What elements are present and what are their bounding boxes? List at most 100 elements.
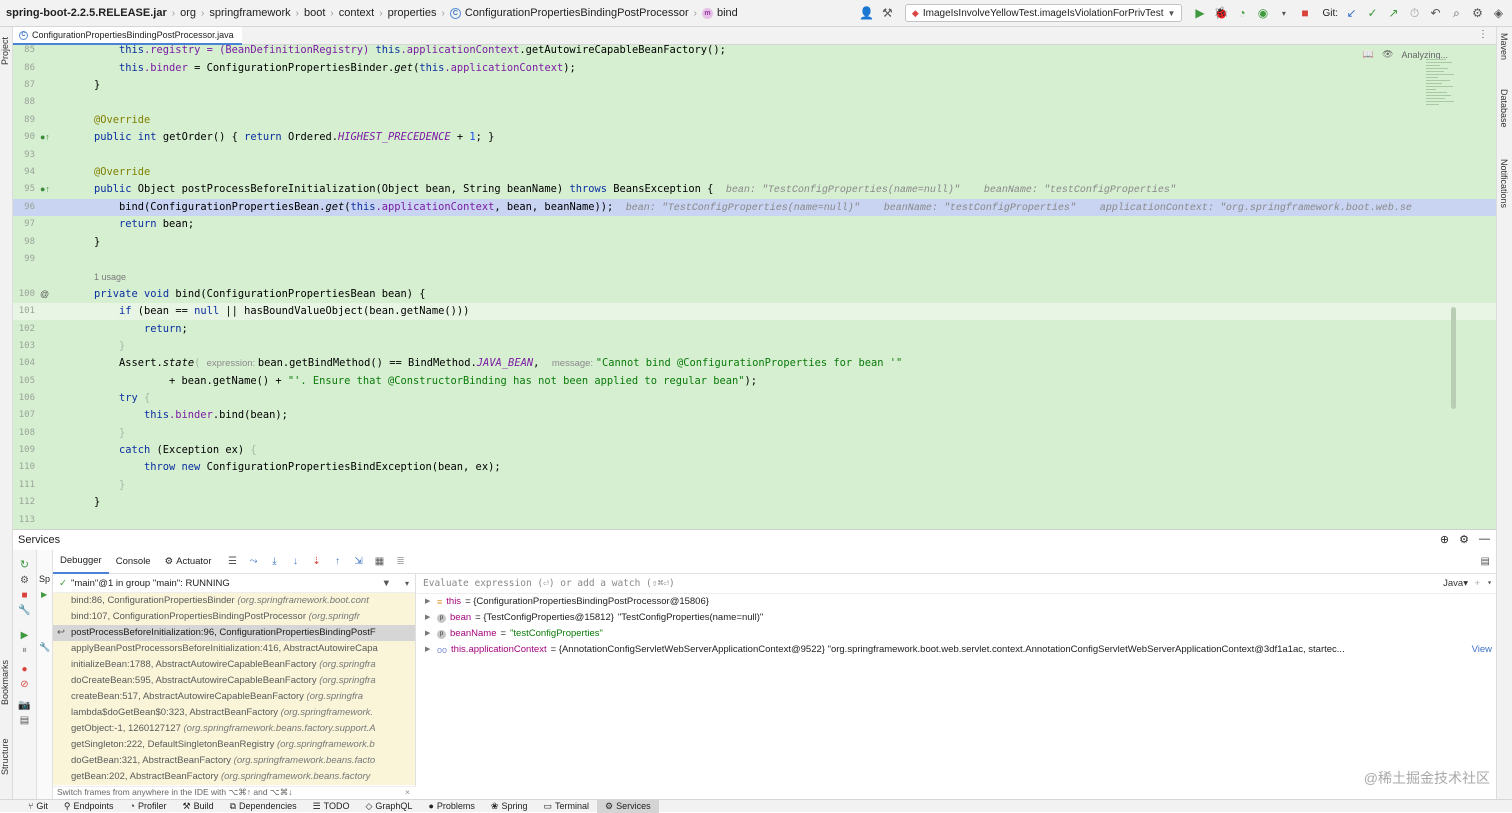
code-editor[interactable]: 📖 👁 Analyzing... 85 this.registry = (Bea… [13,45,1496,529]
settings-icon[interactable]: ⚙ [1459,533,1469,546]
structure-tool-tab[interactable]: Structure [0,735,13,779]
layout-icon[interactable]: ▤ [13,715,36,726]
frame-item[interactable]: createBean:517, AbstractAutowireCapableB… [53,689,415,705]
variable-row[interactable]: ▶ oo this.applicationContext = {Annotati… [417,642,1496,658]
step-out-icon[interactable]: ↑ [331,555,345,569]
frame-item[interactable]: getObject:-1, 1260127127 (org.springfram… [53,721,415,737]
view-link[interactable]: View [1472,642,1492,658]
more-run-icon[interactable]: ▾ [1276,6,1291,21]
trace-icon[interactable]: ≣ [394,555,408,569]
breadcrumb-boot[interactable]: boot [304,7,325,19]
editor-scrollbar[interactable] [1451,307,1456,409]
frame-item-selected[interactable]: ↩ postProcessBeforeInitialization:96, Con… [53,625,415,641]
breadcrumb-org[interactable]: org [180,7,196,19]
view-breakpoints-icon[interactable]: ● [13,664,36,675]
add-watch-icon[interactable]: + [1474,578,1480,589]
tool-tab-services[interactable]: ⚙ Services [597,799,659,813]
close-icon[interactable]: × [405,787,410,797]
variable-row[interactable]: ▶ p bean = {TestConfigProperties@15812} … [417,610,1496,626]
show-execution-point-icon[interactable]: ⤳ [247,555,261,569]
more-tabs-icon[interactable]: ⋮ [1478,29,1488,40]
hammer-icon[interactable]: ⚒ [880,6,895,21]
tool-tab-graphql[interactable]: ◇ GraphQL [358,800,421,813]
git-commit-icon[interactable]: ✓ [1365,6,1380,21]
variable-row[interactable]: ▶ ≡ this = {ConfigurationPropertiesBindi… [417,594,1496,610]
breadcrumb-method[interactable]: m bind [701,7,738,19]
services-tree[interactable]: Sp ▶ 🔧 [37,550,53,800]
tool-tab-spring[interactable]: ❀ Spring [483,800,536,813]
breadcrumb-springframework[interactable]: springframework [209,7,290,19]
notifications-tool-tab[interactable]: Notifications [1499,159,1509,208]
breadcrumb-context[interactable]: context [339,7,374,19]
chevron-down-icon[interactable]: ▾ [405,579,409,588]
debug-icon[interactable]: 🐞 [1213,6,1228,21]
camera-icon[interactable]: 📷 [13,700,36,711]
tool-tab-terminal[interactable]: ▭ Terminal [535,800,597,813]
profile-icon[interactable]: ◉ [1255,6,1270,21]
tab-debugger[interactable]: Debugger [53,550,109,574]
expand-icon[interactable]: ▶ [425,594,433,610]
history-icon[interactable]: ⏱ [1407,6,1422,21]
language-select[interactable]: Java▾ [1443,578,1468,589]
frame-item[interactable]: getBean:202, AbstractBeanFactory (org.sp… [53,769,415,785]
database-tool-tab[interactable]: Database [1499,89,1509,128]
override-gutter-icon[interactable]: ●↑ [40,129,50,146]
layout-settings-icon[interactable]: ▤ [1481,556,1490,567]
frame-item[interactable]: getSingleton:222, DefaultSingletonBeanRe… [53,737,415,753]
run-to-cursor-icon[interactable]: ⇲ [352,555,366,569]
pause-icon[interactable]: ⏸ [13,645,36,656]
search-icon[interactable]: ⌕ [1449,6,1464,21]
annotation-gutter-icon[interactable]: @ [40,286,49,303]
chevron-down-icon[interactable]: ▾ [1487,578,1492,587]
expand-icon[interactable]: ▶ [425,626,433,642]
breadcrumb-properties[interactable]: properties [388,7,437,19]
minimize-icon[interactable]: — [1479,533,1490,546]
coverage-icon[interactable]: ◔ [1234,6,1249,21]
debug-config-icon[interactable]: ⚙ [13,575,36,586]
wrench-icon[interactable]: 🔧 [39,642,50,653]
breadcrumb-jar[interactable]: spring-boot-2.2.5.RELEASE.jar [6,7,167,19]
usage-hint[interactable]: 1 usage [94,269,126,286]
tool-tab-git[interactable]: ⑂ Git [20,800,56,813]
menu-icon[interactable]: ☰ [226,555,240,569]
thread-selector[interactable]: ✓ "main"@1 in group "main": RUNNING ▼ ▾ [53,574,415,593]
frame-item[interactable]: bind:86, ConfigurationPropertiesBinder (… [53,593,415,609]
frame-item[interactable]: initializeBean:1788, AbstractAutowireCap… [53,657,415,673]
tab-console[interactable]: Console [109,550,158,574]
tool-tab-todo[interactable]: ☰ TODO [305,800,358,813]
step-into-icon[interactable]: ↓ [289,555,303,569]
evaluate-expression-input[interactable]: Evaluate expression (⏎) or add a watch (… [417,574,1496,594]
frame-item[interactable]: bind:107, ConfigurationPropertiesBinding… [53,609,415,625]
breadcrumb-class[interactable]: C ConfigurationPropertiesBindingPostProce… [449,7,689,19]
filter-icon[interactable]: ▼ [382,578,391,589]
git-update-icon[interactable]: ↙ [1344,6,1359,21]
project-tool-tab[interactable]: Project [0,31,13,71]
git-push-icon[interactable]: ↗ [1386,6,1401,21]
ide-logo-icon[interactable]: ◈ [1491,6,1506,21]
crosshair-icon[interactable]: ⊕ [1440,533,1449,546]
user-icon[interactable]: 👤 [859,6,874,21]
bookmarks-tool-tab[interactable]: Bookmarks [0,657,13,707]
frame-item[interactable]: applyBeanPostProcessorsBeforeInitializat… [53,641,415,657]
expand-icon[interactable]: ▶ [425,610,433,626]
tool-tab-dependencies[interactable]: ⧉ Dependencies [222,800,305,813]
mute-breakpoints-icon[interactable]: ⊘ [13,679,36,690]
expand-icon[interactable]: ▶ [425,642,433,658]
run-icon[interactable]: ▶ [1192,6,1207,21]
override-gutter-icon[interactable]: ●↑ [40,181,50,198]
rollback-icon[interactable]: ↶ [1428,6,1443,21]
step-over-icon[interactable]: ⤓ [268,555,282,569]
stop-icon[interactable]: ■ [13,590,36,601]
tool-tab-build[interactable]: ⚒ Build [175,800,222,813]
run-icon[interactable]: ▶ [41,590,47,599]
variable-row[interactable]: ▶ p beanName = "testConfigProperties" [417,626,1496,642]
run-configuration-select[interactable]: ◆ ImageIsInvolveYellowTest.imageIsViolat… [904,4,1183,22]
tool-tab-problems[interactable]: ● Problems [420,800,482,813]
tool-tab-profiler[interactable]: ◔ Profiler [122,800,175,813]
tab-actuator[interactable]: ⚙ Actuator [158,550,219,574]
settings-icon[interactable]: ⚙ [1470,6,1485,21]
frame-item[interactable]: doGetBean:321, AbstractBeanFactory (org.… [53,753,415,769]
frame-item[interactable]: lambda$doGetBean$0:323, AbstractBeanFact… [53,705,415,721]
editor-tab-file[interactable]: C ConfigurationPropertiesBindingPostProc… [13,27,242,45]
resume-icon[interactable]: ▶ [13,630,36,641]
